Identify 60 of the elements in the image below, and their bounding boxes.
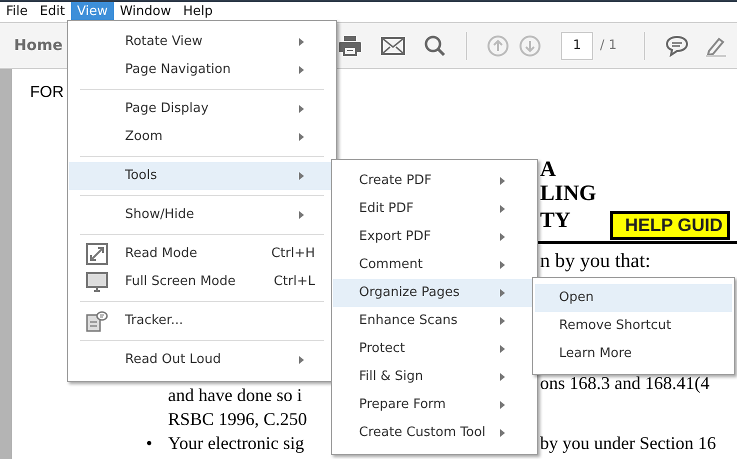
submenu-arrow-icon	[500, 205, 505, 213]
document-heading: TY	[540, 208, 571, 232]
menu-item[interactable]: Enhance Scans	[333, 307, 536, 335]
search-icon[interactable]	[424, 34, 446, 56]
document-heading: A	[540, 157, 556, 181]
shortcut-text: Ctrl+H	[271, 245, 315, 264]
document-text: RSBC 1996, C.250	[168, 408, 308, 431]
submenu-arrow-icon	[500, 177, 505, 185]
menu-item[interactable]: Edit PDF	[333, 195, 536, 223]
menu-item[interactable]: Read Mode Ctrl+H	[69, 240, 335, 268]
submenu-arrow-icon	[500, 345, 505, 353]
document-text: n by you that:	[540, 249, 651, 273]
page-total: / 1	[600, 36, 617, 55]
document-text: FOR	[30, 83, 64, 103]
mail-icon[interactable]	[381, 36, 405, 54]
document-text: ons 168.3 and 168.41(4	[540, 372, 710, 395]
monitor-icon	[86, 271, 108, 293]
menu-item[interactable]: Remove Shortcut	[535, 312, 732, 340]
menu-bar-item[interactable]: Window	[114, 2, 178, 22]
menu-item[interactable]: Read Out Loud	[69, 346, 335, 374]
menu-item[interactable]: Fill & Sign	[333, 363, 536, 391]
speech-bubble-icon[interactable]	[664, 34, 689, 56]
tracker-icon	[86, 310, 108, 332]
menu-item[interactable]: Create Custom Tool	[333, 419, 536, 447]
submenu-arrow-icon	[500, 373, 505, 381]
home-tab[interactable]: Home	[14, 34, 63, 57]
menu-item[interactable]: Create PDF	[333, 167, 536, 195]
menu-bar-item[interactable]: Help	[177, 2, 219, 22]
menu-item[interactable]: Prepare Form	[333, 391, 536, 419]
submenu-arrow-icon	[500, 429, 505, 437]
menu-item[interactable]: Page Navigation	[69, 56, 335, 84]
submenu-arrow-icon	[500, 233, 505, 241]
shortcut-text: Ctrl+L	[274, 273, 315, 292]
menu-item[interactable]: Tracker...	[69, 307, 335, 335]
submenu-arrow-icon	[500, 289, 505, 297]
page-number-field[interactable]: 1	[561, 32, 593, 60]
menu-item[interactable]: Learn More	[535, 340, 732, 368]
submenu-arrow-icon	[500, 317, 505, 325]
menu-item[interactable]: Show/Hide	[69, 201, 335, 229]
document-text: by you under Section 16	[540, 432, 716, 455]
document-heading: LING	[540, 181, 596, 205]
menu-item[interactable]: Rotate View	[69, 28, 335, 56]
help-guide-badge: HELP GUID	[610, 211, 730, 240]
bullet: •	[146, 432, 152, 455]
menu-bar-item[interactable]: Edit	[34, 2, 71, 22]
printer-icon[interactable]	[338, 34, 362, 56]
expand-icon	[86, 243, 108, 265]
menu-item[interactable]: Full Screen Mode Ctrl+L	[69, 268, 335, 296]
menu-item[interactable]: Zoom	[69, 123, 335, 151]
menu-bar-item[interactable]: File	[0, 2, 34, 22]
menu-item[interactable]: Open	[535, 284, 732, 312]
submenu-arrow-icon	[500, 401, 505, 409]
menu-item[interactable]: Page Display	[69, 95, 335, 123]
pen-icon[interactable]	[704, 34, 727, 56]
menu-item[interactable]: Export PDF	[333, 223, 536, 251]
menu-item[interactable]: Comment	[333, 251, 536, 279]
document-text: and have done so i	[168, 384, 302, 407]
menu-item[interactable]: Protect	[333, 335, 536, 363]
document-text: Your electronic sig	[168, 432, 304, 455]
submenu-arrow-icon	[500, 261, 505, 269]
